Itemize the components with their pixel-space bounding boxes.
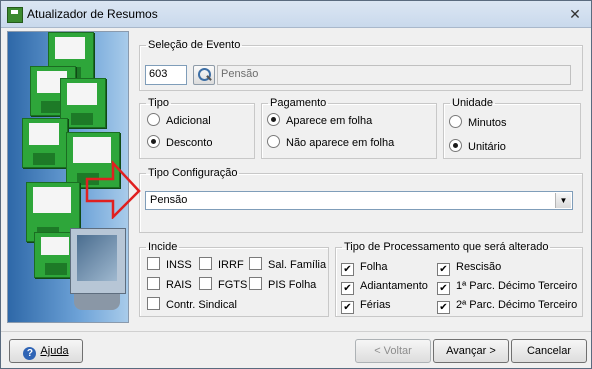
checkbox: ✔ (437, 282, 450, 295)
incide-check-inss[interactable]: INSS (147, 257, 192, 273)
cancel-button[interactable]: Cancelar (511, 339, 587, 363)
radio-label: Unitário (468, 141, 506, 153)
checkbox-label: Sal. Família (268, 259, 327, 271)
checkbox-label: PIS Folha (268, 279, 317, 291)
radio-label: Desconto (166, 137, 213, 149)
checkbox (249, 257, 262, 270)
dialog-content: Seleção de Evento 603 Pensão Tipo Adicio… (5, 31, 587, 329)
checkbox: ✔ (437, 301, 450, 314)
tipo-configuracao-value: Pensão (150, 194, 188, 206)
incide-check-fgts[interactable]: FGTS (199, 277, 247, 293)
processamento-legend: Tipo de Processamento que será alterado (344, 241, 549, 253)
floppy-disk-icon (22, 118, 68, 168)
dropdown-arrow-icon[interactable]: ▼ (555, 193, 571, 208)
event-description-field: Pensão (217, 65, 571, 85)
app-icon (7, 7, 23, 23)
pagamento-radio-nao-aparece[interactable]: Não aparece em folha (267, 135, 394, 151)
checkbox-label: IRRF (218, 259, 244, 271)
pagamento-radio-aparece[interactable]: Aparece em folha (267, 113, 372, 129)
incide-check-sal-familia[interactable]: Sal. Família (249, 257, 326, 273)
radio-label: Minutos (468, 117, 507, 129)
checkbox-label: INSS (166, 259, 192, 271)
checkbox-label: RAIS (166, 279, 192, 291)
footer-separator (1, 331, 591, 332)
checkbox-label: 2ª Parc. Décimo Terceiro (456, 299, 578, 311)
radio-indicator (449, 139, 462, 152)
dialog-window: Atualizador de Resumos ✕ Seleção de Even… (0, 0, 592, 369)
next-button[interactable]: Avançar > (433, 339, 509, 363)
tipo-radio-adicional[interactable]: Adicional (147, 113, 211, 129)
checkbox (147, 257, 160, 270)
tipo-configuracao-select[interactable]: Pensão ▼ (145, 191, 573, 210)
checkbox: ✔ (437, 263, 450, 276)
processamento-check-folha[interactable]: ✔ Folha (341, 259, 388, 276)
unidade-legend: Unidade (452, 97, 493, 109)
help-label: Ajuda (40, 345, 69, 357)
checkbox (147, 277, 160, 290)
unidade-radio-unitario[interactable]: Unitário (449, 139, 506, 155)
checkbox (199, 277, 212, 290)
checkbox (249, 277, 262, 290)
title-bar: Atualizador de Resumos ✕ (1, 1, 591, 28)
pagamento-legend: Pagamento (270, 97, 327, 109)
checkbox: ✔ (341, 282, 354, 295)
monitor-stand (74, 294, 120, 310)
monitor-icon (70, 228, 126, 294)
help-icon: ? (23, 347, 37, 360)
event-selection-legend: Seleção de Evento (148, 39, 241, 51)
processamento-check-adiantamento[interactable]: ✔ Adiantamento (341, 278, 428, 295)
incide-legend: Incide (148, 241, 178, 253)
checkbox-label: Folha (360, 261, 388, 273)
radio-indicator (147, 135, 160, 148)
checkbox-label: Rescisão (456, 261, 502, 273)
tipo-legend: Tipo (148, 97, 169, 109)
radio-indicator (267, 113, 280, 126)
incide-check-rais[interactable]: RAIS (147, 277, 192, 293)
checkbox-label: Férias (360, 299, 391, 311)
processamento-check-rescisao[interactable]: ✔ Rescisão (437, 259, 502, 276)
processamento-check-1a-parcela[interactable]: ✔ 1ª Parc. Décimo Terceiro (437, 278, 578, 295)
radio-label: Não aparece em folha (286, 137, 395, 149)
radio-indicator (267, 135, 280, 148)
checkbox-label: FGTS (218, 279, 248, 291)
checkbox-label: Contr. Sindical (166, 299, 237, 311)
close-button[interactable]: ✕ (563, 5, 587, 23)
checkbox-label: Adiantamento (360, 280, 428, 292)
event-code-input[interactable]: 603 (145, 65, 187, 85)
incide-check-irrf[interactable]: IRRF (199, 257, 244, 273)
radio-indicator (449, 115, 462, 128)
processamento-check-2a-parcela[interactable]: ✔ 2ª Parc. Décimo Terceiro (437, 297, 578, 314)
checkbox (147, 297, 160, 310)
event-search-button[interactable] (193, 65, 215, 85)
radio-label: Aparece em folha (286, 115, 373, 127)
tipo-radio-desconto[interactable]: Desconto (147, 135, 212, 151)
checkbox: ✔ (341, 263, 354, 276)
radio-indicator (147, 113, 160, 126)
back-button[interactable]: < Voltar (355, 339, 431, 363)
radio-label: Adicional (166, 115, 211, 127)
tipo-configuracao-legend: Tipo Configuração (148, 167, 238, 179)
window-title: Atualizador de Resumos (27, 7, 158, 21)
unidade-radio-minutos[interactable]: Minutos (449, 115, 507, 131)
red-arrow-annotation-icon (85, 159, 141, 219)
processamento-check-ferias[interactable]: ✔ Férias (341, 297, 391, 314)
help-button[interactable]: ? Ajuda (9, 339, 83, 363)
incide-check-pis-folha[interactable]: PIS Folha (249, 277, 316, 293)
incide-check-contr-sindical[interactable]: Contr. Sindical (147, 297, 237, 313)
checkbox (199, 257, 212, 270)
checkbox-label: 1ª Parc. Décimo Terceiro (456, 280, 578, 292)
checkbox: ✔ (341, 301, 354, 314)
